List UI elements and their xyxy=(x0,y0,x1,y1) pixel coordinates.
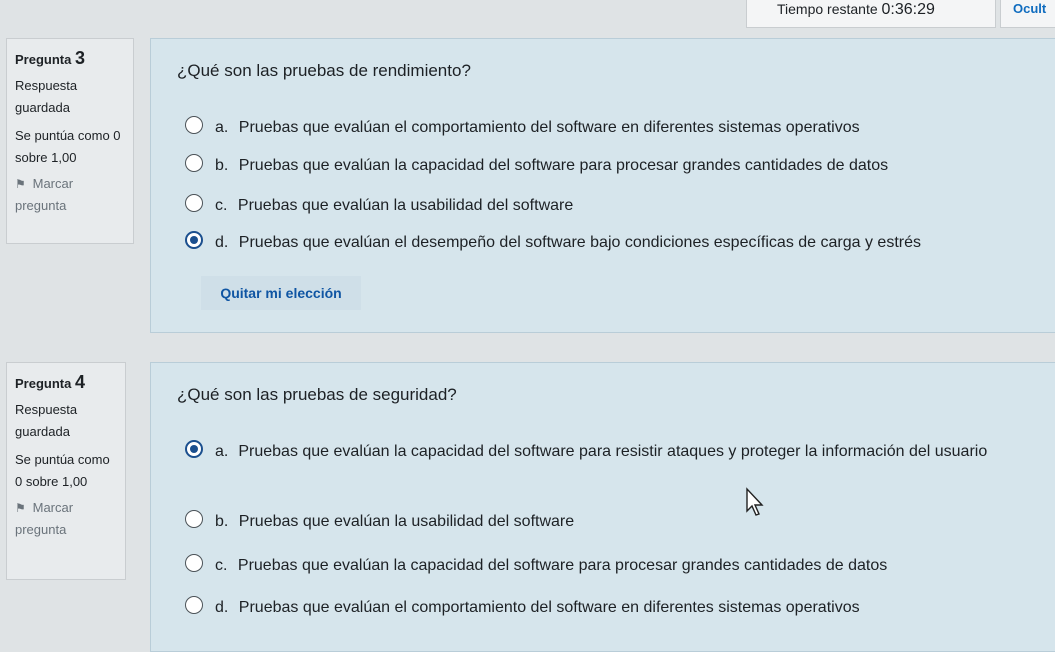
answer-text: Pruebas que evalúan el comportamiento de… xyxy=(238,599,860,616)
flag-question-button[interactable]: ⚑ Marcar pregunta xyxy=(15,497,119,541)
radio-button-selected[interactable] xyxy=(185,440,203,458)
flag-question-button[interactable]: ⚑ Marcar pregunta xyxy=(15,173,127,217)
radio-button[interactable] xyxy=(185,510,203,528)
question-number: 4 xyxy=(74,372,85,392)
hide-timer-button[interactable]: Ocult xyxy=(1000,0,1055,28)
answer-option-a[interactable]: a. Pruebas que evalúan la capacidad del … xyxy=(185,440,1045,463)
answer-option-d[interactable]: d. Pruebas que evalúan el comportamiento… xyxy=(185,596,860,619)
radio-button[interactable] xyxy=(185,554,203,572)
answer-text: Pruebas que evalúan la usabilidad del so… xyxy=(238,513,575,530)
answer-option-a[interactable]: a. Pruebas que evalúan el comportamiento… xyxy=(185,116,860,139)
question-number: 3 xyxy=(74,48,85,68)
mouse-cursor-icon xyxy=(746,487,764,516)
answer-option-d[interactable]: d. Pruebas que evalúan el desempeño del … xyxy=(185,231,921,254)
question-status: Respuesta guardada xyxy=(15,78,78,115)
answer-letter: d. xyxy=(215,234,229,251)
timer: Tiempo restante 0:36:29 xyxy=(746,0,996,28)
radio-button-selected[interactable] xyxy=(185,231,203,249)
question-text: ¿Qué son las pruebas de seguridad? xyxy=(177,385,457,404)
radio-button[interactable] xyxy=(185,596,203,614)
question-info-3: Pregunta 3 Respuesta guardada Se puntúa … xyxy=(6,38,134,244)
answer-text: Pruebas que evalúan la capacidad del sof… xyxy=(238,443,988,460)
clear-choice-button[interactable]: Quitar mi elección xyxy=(201,276,361,310)
answer-text: Pruebas que evalúan el comportamiento de… xyxy=(238,119,860,136)
answer-letter: d. xyxy=(215,599,229,616)
question-score: Se puntúa como 0 sobre 1,00 xyxy=(15,128,121,165)
question-info-4: Pregunta 4 Respuesta guardada Se puntúa … xyxy=(6,362,126,580)
question-title: Pregunta 4 xyxy=(15,372,85,392)
answer-letter: c. xyxy=(215,197,228,214)
question-content-4: ¿Qué son las pruebas de seguridad? a. Pr… xyxy=(150,362,1055,652)
answer-option-c[interactable]: c. Pruebas que evalúan la usabilidad del… xyxy=(185,194,574,217)
question-title: Pregunta 3 xyxy=(15,48,85,68)
answer-letter: a. xyxy=(215,443,229,460)
answer-option-b[interactable]: b. Pruebas que evalúan la usabilidad del… xyxy=(185,510,575,533)
answer-letter: a. xyxy=(215,119,229,136)
timer-label: Tiempo restante xyxy=(777,1,878,17)
answer-text: Pruebas que evalúan la capacidad del sof… xyxy=(238,157,889,174)
radio-button[interactable] xyxy=(185,194,203,212)
answer-text: Pruebas que evalúan la usabilidad del so… xyxy=(237,197,574,214)
answer-letter: b. xyxy=(215,513,229,530)
radio-button[interactable] xyxy=(185,116,203,134)
radio-button[interactable] xyxy=(185,154,203,172)
flag-icon: ⚑ xyxy=(15,177,26,191)
answer-option-b[interactable]: b. Pruebas que evalúan la capacidad del … xyxy=(185,154,889,177)
question-content-3: ¿Qué son las pruebas de rendimiento? a. … xyxy=(150,38,1055,333)
question-score: Se puntúa como 0 sobre 1,00 xyxy=(15,452,110,489)
answer-letter: c. xyxy=(215,557,228,574)
answer-letter: b. xyxy=(215,157,229,174)
flag-icon: ⚑ xyxy=(15,501,26,515)
answer-text: Pruebas que evalúan la capacidad del sof… xyxy=(237,557,888,574)
question-status: Respuesta guardada xyxy=(15,402,78,439)
timer-value: 0:36:29 xyxy=(881,1,935,18)
question-text: ¿Qué son las pruebas de rendimiento? xyxy=(177,61,471,80)
answer-option-c[interactable]: c. Pruebas que evalúan la capacidad del … xyxy=(185,554,888,577)
answer-text: Pruebas que evalúan el desempeño del sof… xyxy=(238,234,921,251)
